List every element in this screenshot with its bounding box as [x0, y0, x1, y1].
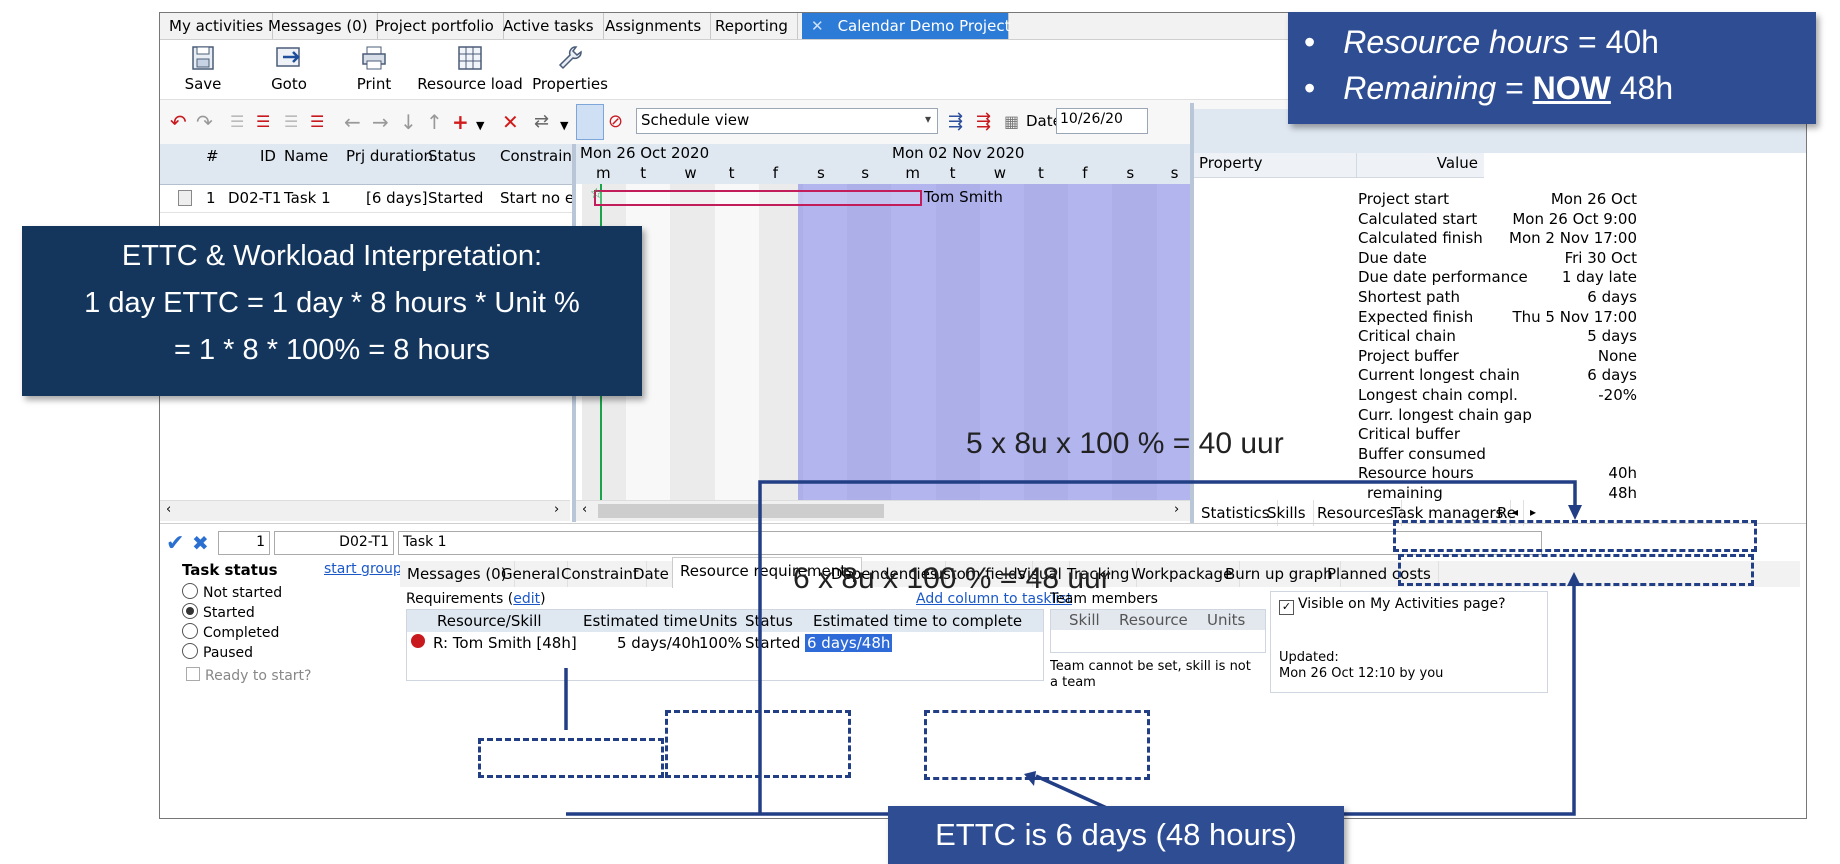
- ettc-callout: ETTC & Workload Interpretation: 1 day ET…: [22, 226, 642, 396]
- resource-hours-label: Resource hours: [1343, 24, 1570, 60]
- ettc-bottom-callout: ETTC is 6 days (48 hours): [888, 806, 1344, 864]
- formula-48: 6 x 8u x 100 % = 48 uur: [793, 562, 1111, 595]
- formula-40: 5 x 8u x 100 % = 40 uur: [966, 427, 1284, 460]
- resource-hours-callout: • Resource hours = 40h • Remaining = NOW 4…: [1288, 12, 1816, 124]
- ettc-callout-title: ETTC & Workload Interpretation:: [121, 240, 543, 272]
- highlight-buffer-consumed: [1393, 520, 1757, 552]
- remaining-now: NOW: [1532, 70, 1611, 106]
- resource-hours-eq: = 40h: [1577, 24, 1659, 60]
- highlight-resource-skill: [478, 738, 664, 778]
- arrowhead-down: [1568, 505, 1582, 520]
- remaining-value: 48h: [1619, 70, 1674, 106]
- highlight-ettc: [924, 710, 1150, 780]
- callout-line-resource-hours: • Resource hours = 40h: [1304, 24, 1659, 61]
- annotation-arrows: [564, 480, 1582, 816]
- highlight-remaining: [1398, 554, 1754, 586]
- remaining-label: Remaining: [1343, 70, 1497, 106]
- ettc-bottom-text: ETTC is 6 days (48 hours): [935, 817, 1297, 852]
- callout-line-remaining: • Remaining = NOW 48h: [1304, 70, 1673, 107]
- bullet-icon: •: [1304, 70, 1316, 106]
- bullet-icon: •: [1304, 24, 1316, 60]
- remaining-eq: =: [1505, 70, 1524, 106]
- ettc-callout-line1: 1 day ETTC = 1 day * 8 hours * Unit %: [84, 287, 580, 319]
- ettc-callout-line2: = 1 * 8 * 100% = 8 hours: [174, 334, 490, 366]
- highlight-estimated-time: [665, 710, 851, 778]
